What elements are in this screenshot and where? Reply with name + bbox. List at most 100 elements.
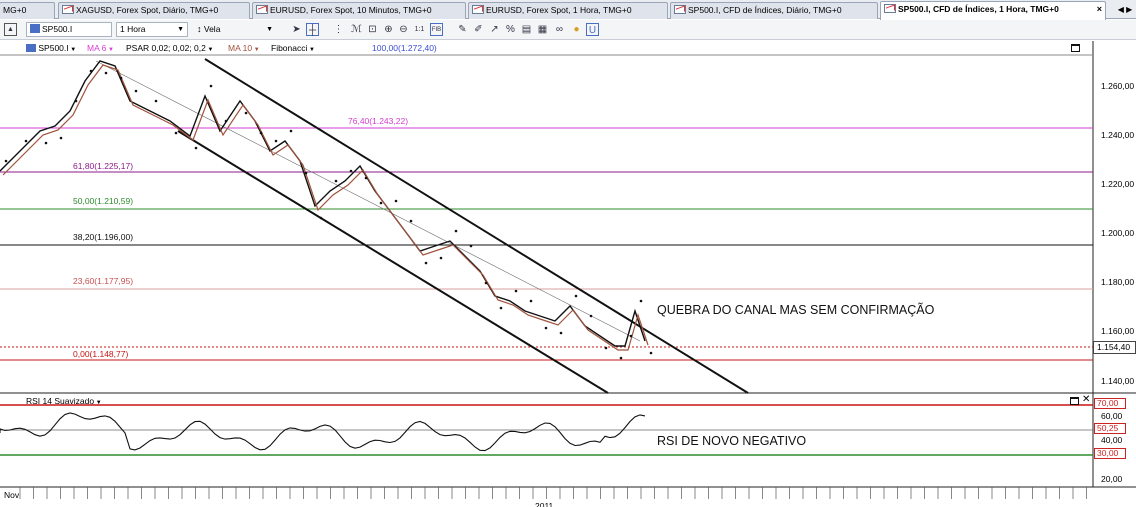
rsi-level-70: 70,00 bbox=[1094, 398, 1126, 409]
tab-label: EURUSD, Forex Spot, 1 Hora, TMG+0 bbox=[486, 5, 632, 15]
fib-level-100-label: 100,00(1.272,40) bbox=[372, 43, 437, 53]
link-icon[interactable]: ∞ bbox=[553, 23, 566, 36]
timeframe-select[interactable]: 1 Hora ▼ bbox=[116, 22, 188, 37]
psar-dot bbox=[209, 84, 213, 88]
psar-dot bbox=[629, 334, 633, 338]
tab-label: SP500.I, CFD de Índices, Diário, TMG+0 bbox=[688, 5, 842, 15]
legend-ma6[interactable]: MA 6 ▼ bbox=[87, 43, 114, 54]
y-tick-label: 1.180,00 bbox=[1101, 277, 1135, 287]
psar-dot bbox=[424, 261, 428, 265]
tab-label: XAGUSD, Forex Spot, Diário, TMG+0 bbox=[76, 5, 219, 15]
psar-dot bbox=[119, 76, 123, 80]
tab-eurusd-1h[interactable]: EURUSD, Forex Spot, 1 Hora, TMG+0 bbox=[468, 2, 668, 19]
symbol-field[interactable]: SP500.I bbox=[26, 22, 112, 37]
y-tick-label: 1.240,00 bbox=[1101, 130, 1135, 140]
legend-ma10-label: MA 10 bbox=[228, 43, 253, 53]
fib-icon[interactable]: FIB bbox=[430, 23, 443, 36]
rsi-axis-label: 40,00 bbox=[1101, 435, 1123, 445]
candle-icon: ↕ bbox=[197, 24, 202, 34]
chart-type-select[interactable]: ↕ Vela ▼ bbox=[193, 22, 277, 37]
psar-dot bbox=[154, 99, 158, 103]
alert-icon[interactable]: ● bbox=[570, 23, 583, 36]
psar-dot bbox=[259, 131, 263, 135]
rsi-level-30: 30,00 bbox=[1094, 448, 1126, 459]
psar-dot bbox=[174, 131, 178, 135]
tab-scroll-buttons[interactable]: ◀ ▶ bbox=[1114, 2, 1136, 17]
draw-icon[interactable]: ↗ bbox=[488, 23, 501, 36]
psar-dot bbox=[24, 139, 28, 143]
chart-canvas[interactable] bbox=[0, 41, 1136, 507]
y-tick-label: 1.160,00 bbox=[1101, 326, 1135, 336]
y-tick-label: 1.140,00 bbox=[1101, 376, 1135, 386]
rsi-axis-label: 20,00 bbox=[1101, 474, 1123, 484]
legend-ma6-label: MA 6 bbox=[87, 43, 107, 53]
legend-symbol[interactable]: SP500.I ▼ bbox=[26, 43, 76, 54]
cursor-icon[interactable]: ➤ bbox=[290, 23, 303, 36]
channel-lower-line bbox=[177, 130, 609, 394]
time-axis-year: 2011 bbox=[535, 501, 554, 507]
tab-bar: MG+0 XAGUSD, Forex Spot, Diário, TMG+0 E… bbox=[0, 0, 1136, 20]
psar-dot bbox=[274, 139, 278, 143]
zoom-reset-icon[interactable]: 1:1 bbox=[413, 23, 426, 36]
chart-type-value: Vela bbox=[203, 24, 221, 34]
psar-dot bbox=[104, 71, 108, 75]
collapse-icon[interactable]: ▲ bbox=[4, 23, 17, 36]
y-tick-label: 1.200,00 bbox=[1101, 228, 1135, 238]
legend-ma10[interactable]: MA 10 ▼ bbox=[228, 43, 260, 54]
maximize-icon[interactable] bbox=[1071, 44, 1080, 52]
zoom-in-icon[interactable]: ⊕ bbox=[382, 23, 395, 36]
psar-dot bbox=[364, 176, 368, 180]
legend-fibonacci[interactable]: Fibonacci ▼ bbox=[271, 43, 315, 54]
psar-dot bbox=[574, 294, 578, 298]
rsi-current-value: 50,25 bbox=[1094, 423, 1126, 434]
grid-icon[interactable]: ⋮ bbox=[332, 23, 345, 36]
legend-fibonacci-label: Fibonacci bbox=[271, 43, 308, 53]
pencil-icon[interactable]: ✎ bbox=[456, 23, 469, 36]
psar-dot bbox=[619, 356, 623, 360]
psar-dot bbox=[334, 179, 338, 183]
layout-icon[interactable]: ▤ bbox=[520, 23, 533, 36]
chart-area[interactable]: SP500.I ▼ MA 6 ▼ PSAR 0,02; 0,02; 0,2 ▼ … bbox=[0, 41, 1136, 507]
zoom-out-icon[interactable]: ⊖ bbox=[397, 23, 410, 36]
close-icon[interactable]: ✕ bbox=[1082, 394, 1090, 405]
chart-toolbar: ▲ SP500.I 1 Hora ▼ ↕ Vela ▼ ➤ ┼ ⋮ ℳ ⊡ ⊕ … bbox=[0, 20, 1136, 40]
zoom-fit-icon[interactable]: ⊡ bbox=[366, 23, 379, 36]
tab-eurusd-10min[interactable]: EURUSD, Forex Spot, 10 Minutos, TMG+0 bbox=[252, 2, 466, 19]
fib-level-0-label: 0,00(1.148,77) bbox=[73, 349, 129, 359]
template-icon[interactable]: ▦ bbox=[536, 23, 549, 36]
psar-dot bbox=[529, 299, 533, 303]
fib-level-50-label: 50,00(1.210,59) bbox=[73, 196, 134, 206]
fib-level-61-label: 61,80(1.225,17) bbox=[73, 161, 134, 171]
crosshair-icon[interactable]: ┼ bbox=[306, 23, 319, 36]
psar-dot bbox=[484, 281, 488, 285]
maximize-icon[interactable] bbox=[1070, 397, 1079, 405]
indicator-icon[interactable]: ℳ bbox=[350, 23, 363, 36]
rsi-annotation: RSI DE NOVO NEGATIVO bbox=[657, 434, 807, 448]
psar-dot bbox=[469, 244, 473, 248]
psar-dot bbox=[89, 69, 93, 73]
tab-sp500-daily[interactable]: SP500.I, CFD de Índices, Diário, TMG+0 bbox=[670, 2, 878, 19]
psar-dot bbox=[499, 306, 503, 310]
last-price-badge: 1.154,40 bbox=[1093, 341, 1136, 354]
y-tick-label: 1.220,00 bbox=[1101, 179, 1135, 189]
psar-dot bbox=[224, 119, 228, 123]
percent-icon[interactable]: % bbox=[504, 23, 517, 36]
chart-tab-icon bbox=[674, 5, 686, 14]
paint-icon[interactable]: ✐ bbox=[472, 23, 485, 36]
tab-label: MG+0 bbox=[3, 5, 27, 15]
magnet-icon[interactable]: U bbox=[586, 23, 599, 36]
moving-average-line bbox=[2, 64, 649, 351]
fib-level-23-label: 23,60(1.177,95) bbox=[73, 276, 134, 286]
chevron-down-icon: ▼ bbox=[177, 26, 184, 33]
tab-partial[interactable]: MG+0 bbox=[0, 2, 55, 19]
legend-psar[interactable]: PSAR 0,02; 0,02; 0,2 ▼ bbox=[126, 43, 213, 54]
tab-sp500-1h[interactable]: SP500.I, CFD de Índices, 1 Hora, TMG+0 × bbox=[880, 1, 1106, 20]
psar-dot bbox=[639, 299, 643, 303]
rsi-title[interactable]: RSI 14 Suavizado ▼ bbox=[26, 396, 102, 407]
tab-xagusd-daily[interactable]: XAGUSD, Forex Spot, Diário, TMG+0 bbox=[58, 2, 250, 19]
close-tab-icon[interactable]: × bbox=[1097, 2, 1102, 17]
psar-dot bbox=[589, 314, 593, 318]
chart-tab-icon bbox=[472, 5, 484, 14]
legend-psar-label: PSAR 0,02; 0,02; 0,2 bbox=[126, 43, 206, 53]
psar-dot bbox=[379, 201, 383, 205]
